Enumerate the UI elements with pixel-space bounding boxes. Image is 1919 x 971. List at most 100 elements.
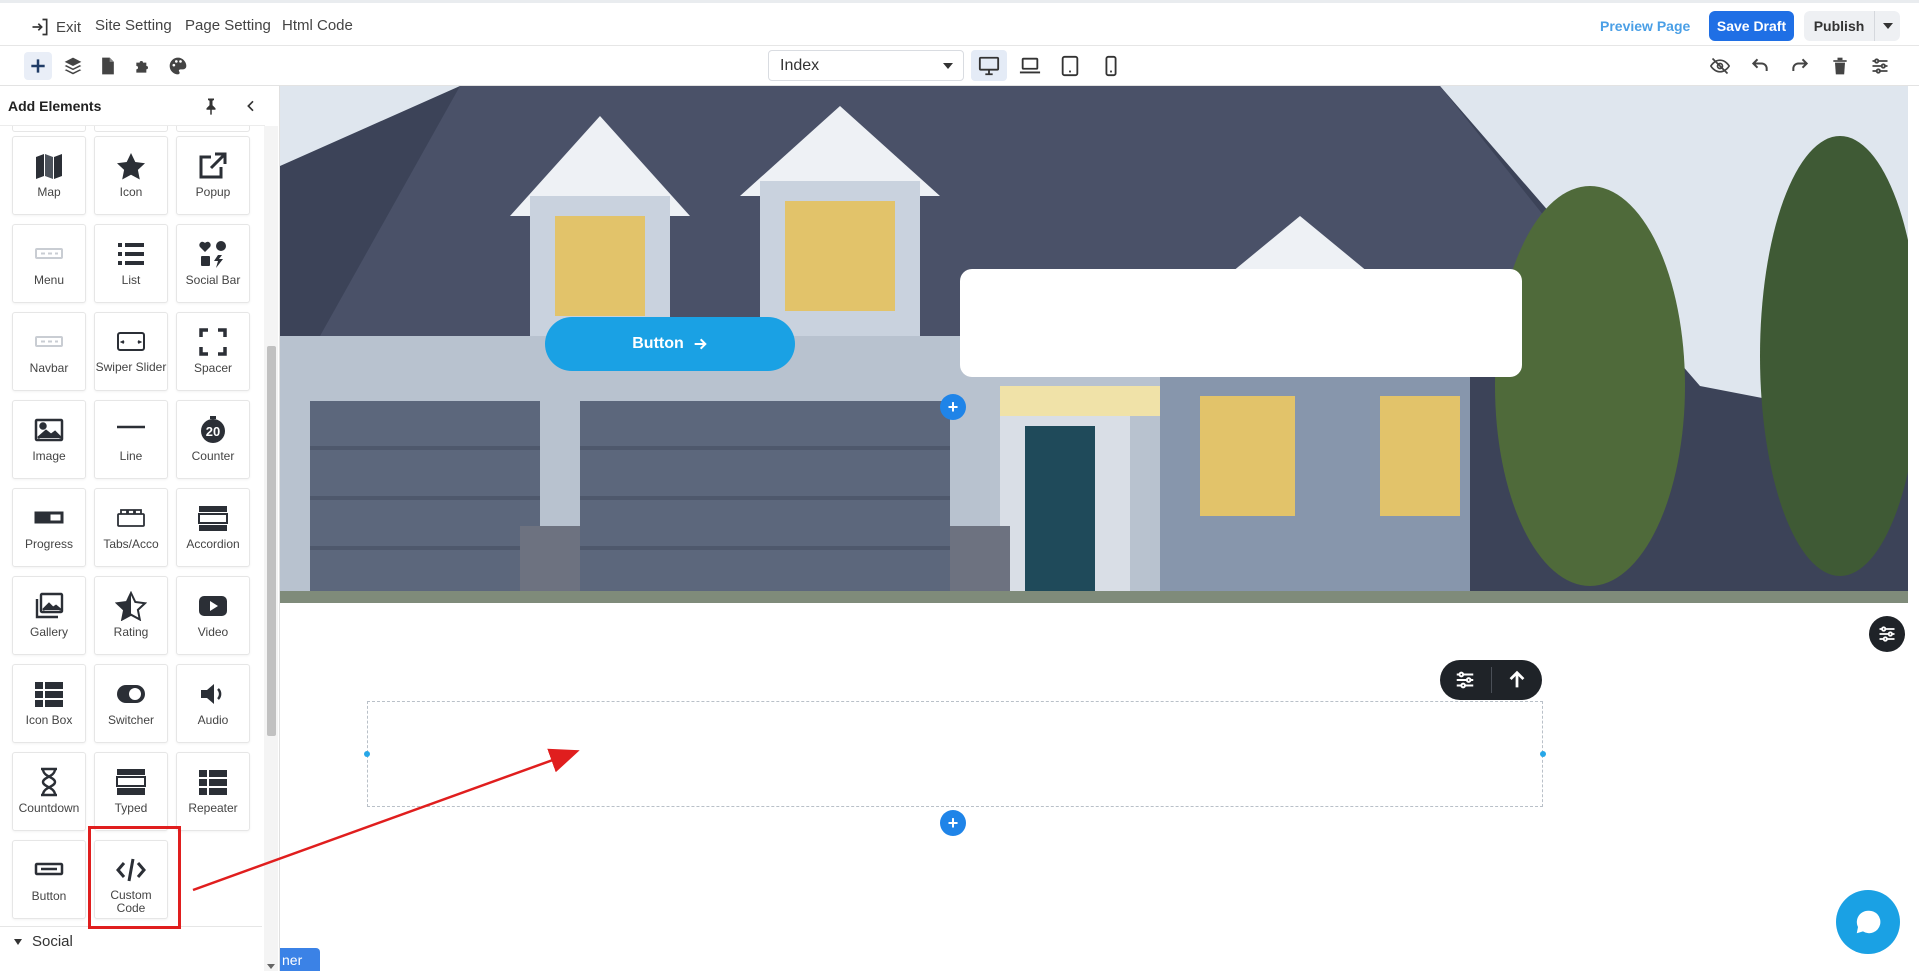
tile-label: Spacer	[193, 361, 233, 375]
publish-group: Publish	[1804, 11, 1900, 41]
resize-handle-right[interactable]	[1540, 751, 1546, 757]
tile-label: Button	[31, 889, 67, 903]
tile-label: Repeater	[188, 801, 238, 815]
preview-page-link[interactable]: Preview Page	[1600, 18, 1690, 34]
plugins-tool[interactable]	[129, 52, 157, 80]
plus-icon	[31, 59, 45, 73]
element-tile-navbar[interactable]: Navbar	[12, 312, 86, 391]
sliders-icon	[1457, 671, 1474, 689]
element-tile-countdown[interactable]: Countdown	[12, 752, 86, 831]
puzzle-icon	[136, 61, 148, 73]
save-draft-button[interactable]: Save Draft	[1709, 11, 1794, 41]
element-toolbar	[1440, 660, 1542, 700]
hero-section[interactable]: Button	[280, 86, 1908, 603]
element-tile-map[interactable]: Map	[12, 136, 86, 215]
publish-dropdown-button[interactable]	[1874, 11, 1900, 41]
tile-label: Tabs/Acco	[103, 537, 159, 551]
tile-stub	[176, 126, 250, 132]
element-tile-typed[interactable]: Typed	[94, 752, 168, 831]
image-icon	[34, 418, 64, 442]
plus-icon: +	[947, 396, 959, 417]
element-tile-swiper-slider[interactable]: Swiper Slider	[94, 312, 168, 391]
undo-button[interactable]	[1746, 52, 1774, 80]
element-tile-image[interactable]: Image	[12, 400, 86, 479]
redo-button[interactable]	[1786, 52, 1814, 80]
exit-button[interactable]: Exit	[30, 17, 81, 37]
element-settings-button[interactable]	[1440, 660, 1491, 700]
sliders-icon	[1879, 626, 1895, 642]
element-tile-progress[interactable]: Progress	[12, 488, 86, 567]
tile-label: Progress	[24, 537, 74, 551]
hide-tool[interactable]	[1706, 52, 1734, 80]
hero-button[interactable]: Button	[545, 317, 795, 371]
chat-button[interactable]	[1836, 890, 1900, 954]
device-mobile[interactable]	[1093, 50, 1129, 81]
add-section-button[interactable]: +	[940, 394, 966, 420]
hero-text-box[interactable]	[960, 269, 1522, 377]
element-tile-rating[interactable]: Rating	[94, 576, 168, 655]
collapse-panel-button[interactable]	[240, 95, 262, 117]
highlight-box	[88, 826, 181, 929]
tile-label: Switcher	[107, 713, 154, 727]
page-select[interactable]: Index	[768, 50, 964, 81]
select-parent-button[interactable]	[1491, 660, 1542, 700]
settings-tool[interactable]	[1866, 52, 1894, 80]
element-tile-popup[interactable]: Popup	[176, 136, 250, 215]
panel-scrollbar[interactable]	[264, 126, 278, 971]
element-tile-button[interactable]: Button	[12, 840, 86, 919]
menu-icon	[35, 248, 63, 259]
publish-button[interactable]: Publish	[1804, 11, 1874, 41]
section-settings-button[interactable]	[1869, 616, 1905, 652]
layers-tool[interactable]	[59, 52, 87, 80]
elements-grid: Map Icon Popup Menu List Social Bar Navb…	[0, 126, 262, 926]
element-tile-line[interactable]: Line	[94, 400, 168, 479]
element-tile-spacer[interactable]: Spacer	[176, 312, 250, 391]
element-tile-switcher[interactable]: Switcher	[94, 664, 168, 743]
tablet-icon	[1061, 55, 1079, 76]
theme-tool[interactable]	[164, 52, 192, 80]
page-setting-button[interactable]: Page Setting	[185, 17, 271, 34]
hero-button-label: Button	[632, 335, 684, 352]
chevron-down-icon	[1882, 23, 1893, 29]
element-tile-icon-box[interactable]: Icon Box	[12, 664, 86, 743]
element-tile-counter[interactable]: 20 Counter	[176, 400, 250, 479]
element-tile-gallery[interactable]: Gallery	[12, 576, 86, 655]
toggle-icon	[117, 685, 145, 703]
element-tile-repeater[interactable]: Repeater	[176, 752, 250, 831]
panel-header: Add Elements	[0, 86, 265, 126]
site-setting-button[interactable]: Site Setting	[95, 17, 172, 34]
icon-box-icon	[35, 682, 63, 707]
delete-button[interactable]	[1826, 52, 1854, 80]
html-code-button[interactable]: Html Code	[282, 17, 353, 34]
element-tile-icon[interactable]: Icon	[94, 136, 168, 215]
tile-label: Rating	[113, 625, 149, 639]
external-link-icon	[199, 152, 227, 179]
element-tile-accordion[interactable]: Accordion	[176, 488, 250, 567]
editor-canvas[interactable]: Button + + ner	[280, 86, 1908, 971]
tile-label: Counter	[191, 449, 235, 463]
layers-icon	[64, 57, 82, 75]
device-laptop[interactable]	[1012, 50, 1048, 81]
device-desktop[interactable]	[971, 50, 1007, 81]
scroll-down-arrow-icon[interactable]	[267, 964, 275, 969]
element-tile-social-bar[interactable]: Social Bar	[176, 224, 250, 303]
scroll-thumb[interactable]	[267, 346, 276, 736]
page-select-value: Index	[780, 56, 820, 74]
element-tile-video[interactable]: Video	[176, 576, 250, 655]
device-tablet[interactable]	[1052, 50, 1088, 81]
element-tile-menu[interactable]: Menu	[12, 224, 86, 303]
add-section-button-bottom[interactable]: +	[940, 810, 966, 836]
caret-down-icon	[14, 938, 22, 945]
element-tile-tabs[interactable]: Tabs/Acco	[94, 488, 168, 567]
tile-label: Countdown	[18, 801, 80, 815]
empty-container[interactable]	[364, 701, 1546, 807]
add-elements-tool[interactable]	[24, 52, 52, 80]
pages-tool[interactable]	[94, 52, 122, 80]
tile-label: List	[121, 273, 141, 287]
top-bar: Exit Site Setting Page Setting Html Code…	[0, 0, 1919, 46]
element-tile-audio[interactable]: Audio	[176, 664, 250, 743]
element-tile-list[interactable]: List	[94, 224, 168, 303]
resize-handle-left[interactable]	[364, 751, 370, 757]
pin-button[interactable]	[200, 95, 222, 117]
social-section-toggle[interactable]: Social	[0, 926, 262, 956]
